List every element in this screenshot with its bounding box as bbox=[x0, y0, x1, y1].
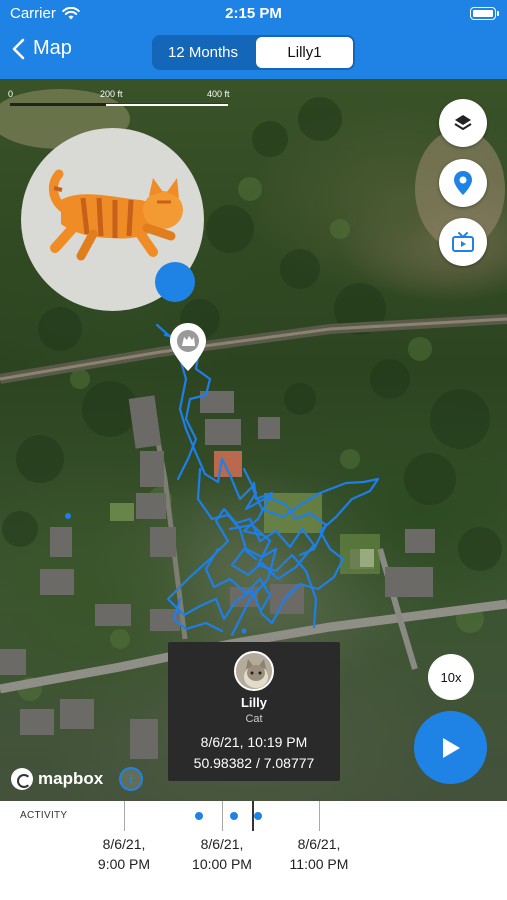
timeline-date: 8/6/21, bbox=[297, 836, 341, 852]
battery-icon bbox=[470, 7, 499, 20]
activity-dot bbox=[254, 812, 262, 820]
pet-type: Cat bbox=[245, 713, 263, 725]
cat-photo-icon bbox=[236, 653, 272, 689]
timeline-label: 8/6/21, 9:00 PM bbox=[84, 834, 164, 874]
activity-dot bbox=[230, 812, 238, 820]
timeline-time: 9:00 PM bbox=[97, 856, 151, 872]
timeline-time: 11:00 PM bbox=[289, 856, 349, 872]
video-button[interactable] bbox=[439, 218, 487, 266]
tv-play-icon bbox=[452, 232, 474, 252]
segment-12-months[interactable]: 12 Months bbox=[154, 37, 252, 68]
mapbox-mark-icon bbox=[11, 768, 33, 790]
nav-bar: Map 12 Months Lilly1 bbox=[0, 28, 507, 79]
mapbox-logo[interactable]: mapbox bbox=[11, 768, 103, 790]
scale-label-0: 0 bbox=[8, 89, 14, 99]
timeline-date: 8/6/21, bbox=[102, 836, 146, 852]
timeline-tick bbox=[222, 801, 223, 831]
attribution-info-button[interactable]: i bbox=[119, 767, 143, 791]
layers-icon bbox=[454, 115, 472, 130]
mapbox-wordmark: mapbox bbox=[38, 769, 104, 788]
activity-dot bbox=[195, 812, 203, 820]
activity-timeline[interactable]: ACTIVITY 8/6/21, 9:00 PM 8/6/21, 10:00 P… bbox=[0, 801, 507, 900]
timeline-label: 8/6/21, 11:00 PM bbox=[279, 834, 359, 874]
playback-speed-button[interactable]: 10x bbox=[428, 654, 474, 700]
segmented-control: 12 Months Lilly1 bbox=[152, 35, 355, 70]
scale-label-400: 400 ft bbox=[207, 89, 230, 99]
start-marker-icon[interactable] bbox=[169, 322, 207, 372]
location-button[interactable] bbox=[439, 159, 487, 207]
back-button[interactable]: Map bbox=[12, 37, 72, 60]
timeline-date: 8/6/21, bbox=[200, 836, 244, 852]
scale-label-200: 200 ft bbox=[100, 89, 123, 99]
play-icon bbox=[442, 737, 460, 758]
timeline-tick bbox=[124, 801, 125, 831]
back-label: Map bbox=[33, 37, 72, 59]
scale-line bbox=[10, 103, 228, 106]
timeline-time: 10:00 PM bbox=[192, 856, 252, 872]
layers-button[interactable] bbox=[439, 99, 487, 147]
status-bar: Carrier 2:15 PM bbox=[0, 0, 507, 28]
timeline-label: 8/6/21, 10:00 PM bbox=[182, 834, 262, 874]
status-time: 2:15 PM bbox=[225, 5, 282, 22]
location-pin-icon bbox=[454, 171, 472, 195]
info-icon: i bbox=[129, 771, 133, 787]
timeline-tick bbox=[319, 801, 320, 831]
segment-lilly1[interactable]: Lilly1 bbox=[256, 37, 353, 68]
location-coordinates: 50.98382 / 7.08777 bbox=[193, 755, 315, 771]
pet-name: Lilly bbox=[240, 695, 267, 710]
play-button[interactable] bbox=[414, 711, 487, 784]
activity-label: ACTIVITY bbox=[20, 810, 68, 821]
location-datetime: 8/6/21, 10:19 PM bbox=[200, 734, 308, 750]
pet-avatar bbox=[234, 651, 274, 691]
map-view[interactable]: 0 200 ft 400 ft Lilly Cat 8/6/21, 10:19 … bbox=[0, 79, 507, 801]
chevron-left-icon bbox=[12, 38, 25, 59]
scale-labels: 0 200 ft 400 ft bbox=[8, 89, 236, 101]
scale-bar: 0 200 ft 400 ft bbox=[8, 89, 236, 111]
location-info-card[interactable]: Lilly Cat 8/6/21, 10:19 PM 50.98382 / 7.… bbox=[168, 642, 340, 781]
pet-location-dot[interactable] bbox=[155, 262, 195, 302]
